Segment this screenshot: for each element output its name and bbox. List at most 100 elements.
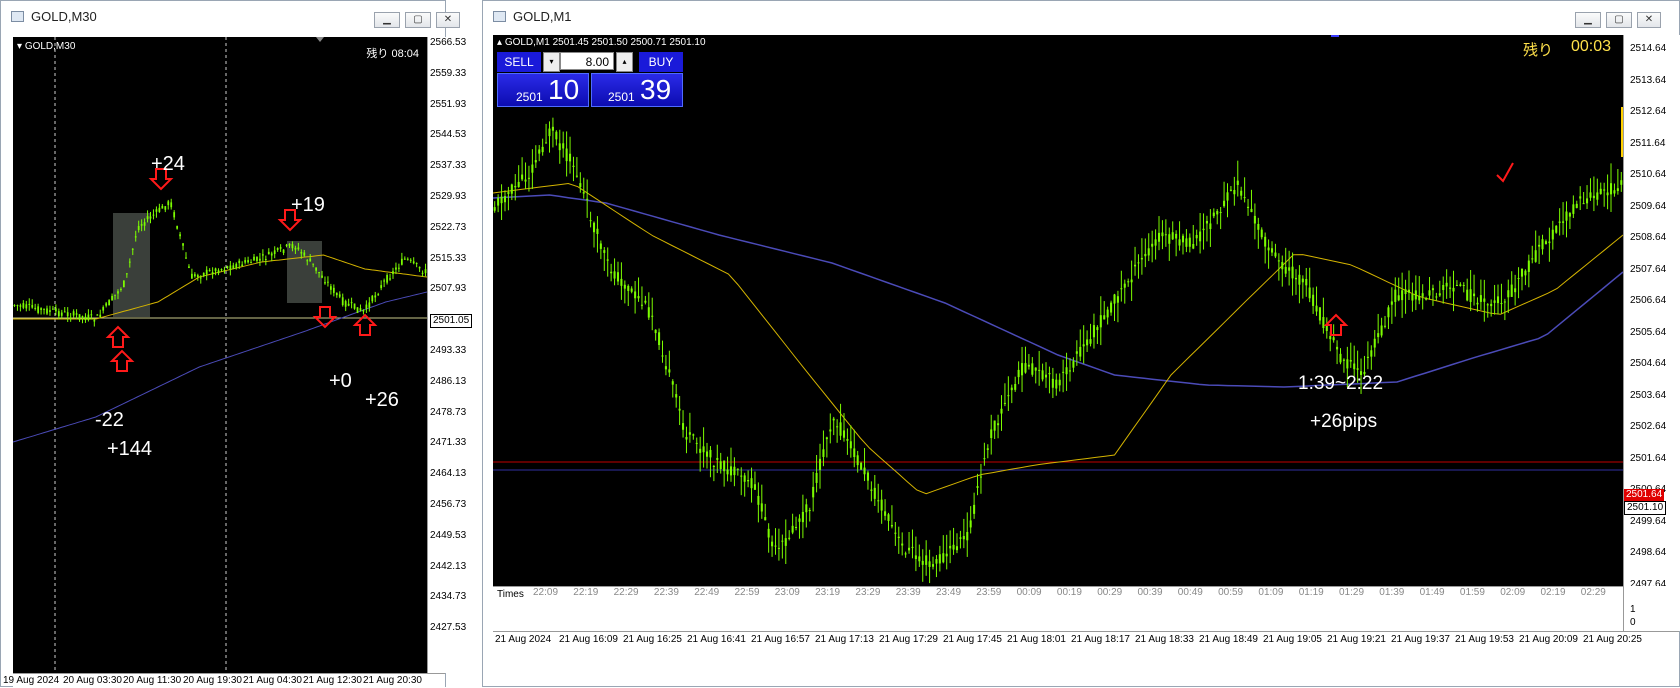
- candle-body: [1606, 192, 1609, 196]
- candle-body: [214, 268, 217, 271]
- candle-body: [938, 554, 941, 564]
- candle-body: [37, 306, 40, 313]
- candle-body: [131, 248, 134, 250]
- candle-body: [1274, 252, 1277, 257]
- candle-body: [199, 277, 202, 279]
- candle-body: [1551, 229, 1554, 240]
- candle-body: [894, 532, 897, 534]
- right-price-chart[interactable]: ▴ GOLD,M1 2501.45 2501.50 2500.71 2501.1…: [493, 35, 1623, 629]
- sub-time-tick: 22:49: [694, 587, 720, 598]
- sub-time-tick: 22:29: [613, 587, 639, 598]
- candle-body: [1086, 339, 1089, 346]
- candle-body: [627, 285, 630, 291]
- candle-body: [678, 408, 681, 411]
- up-arrow: [105, 325, 131, 348]
- candle-body: [918, 556, 921, 562]
- buy-price-box[interactable]: 2501 39: [591, 73, 683, 107]
- candle-body: [541, 146, 544, 153]
- right-price-axis: 2514.64 2513.64 2512.64 2511.64 2510.64 2509.…: [1623, 35, 1680, 629]
- candle-body: [1236, 180, 1239, 185]
- sub-time-tick: 01:39: [1379, 587, 1405, 598]
- price-tick: 2515.33: [430, 252, 467, 264]
- candle-body: [54, 308, 57, 312]
- candle-body: [829, 429, 832, 432]
- candle-body: [273, 250, 276, 254]
- minimize-button[interactable]: ▁: [1575, 12, 1601, 28]
- candle-body: [176, 226, 179, 229]
- candle-body: [726, 469, 729, 475]
- candle-body: [887, 514, 890, 521]
- candle-body: [220, 269, 223, 271]
- candle-body: [880, 499, 883, 511]
- sell-price-box[interactable]: 2501 10: [497, 73, 589, 107]
- candle-body: [196, 275, 199, 278]
- price-tick: 2509.64: [1630, 200, 1667, 212]
- candle-body: [1404, 289, 1407, 295]
- price-tick: 2502.64: [1630, 421, 1667, 432]
- lot-increase-button[interactable]: ▴: [616, 52, 633, 72]
- candle-body: [709, 449, 712, 458]
- sub-tick-1: 1: [1630, 604, 1636, 615]
- candle-body: [155, 209, 158, 212]
- time-tick: 21 Aug 18:17: [1071, 634, 1130, 645]
- minimize-button[interactable]: ▁: [374, 12, 400, 28]
- candle-body: [634, 291, 637, 299]
- maximize-button[interactable]: ▢: [1606, 12, 1632, 28]
- candle-body: [90, 314, 93, 316]
- price-tick: 2427.53: [430, 622, 467, 634]
- time-tick: 21 Aug 20:25: [1583, 634, 1642, 645]
- candle-body: [1582, 203, 1585, 205]
- candle-body: [1048, 372, 1051, 375]
- price-tick: 2559.33: [430, 67, 467, 79]
- candle-body: [78, 314, 81, 320]
- left-chart-window: GOLD,M30 ▁ ▢ ✕ ▾ GOLD,M30 残り 08:04 +24 +…: [0, 0, 473, 688]
- sub-time-tick: 23:29: [855, 587, 881, 598]
- candle-body: [1613, 190, 1616, 194]
- left-price-chart[interactable]: ▾ GOLD,M30 残り 08:04 +24 +19 -22 +144 +0 …: [13, 37, 427, 673]
- candle-body: [179, 234, 181, 237]
- candle-body: [781, 540, 784, 542]
- candle-body: [261, 254, 264, 256]
- candle-body: [247, 260, 249, 263]
- candle-body: [1517, 278, 1520, 280]
- time-tick: 21 Aug 18:49: [1199, 634, 1258, 645]
- time-tick: 21 Aug 16:41: [687, 634, 746, 645]
- candle-body: [1154, 239, 1157, 246]
- candle-body: [1264, 236, 1267, 247]
- candle-body: [733, 466, 736, 476]
- time-tick: 21 Aug 18:33: [1135, 634, 1194, 645]
- candle-body: [497, 198, 500, 206]
- candle-body: [25, 304, 28, 309]
- close-button[interactable]: ✕: [436, 12, 460, 28]
- maximize-button[interactable]: ▢: [405, 12, 431, 28]
- sell-button[interactable]: SELL: [497, 52, 541, 72]
- candle-body: [493, 207, 496, 211]
- time-tick: 21 Aug 16:09: [559, 634, 618, 645]
- candle-body: [1503, 301, 1506, 303]
- candle-body: [877, 500, 880, 502]
- candle-body: [705, 451, 709, 457]
- candle-body: [695, 442, 698, 444]
- candle-body: [182, 243, 184, 246]
- candle-body: [303, 252, 306, 256]
- candle-body: [22, 303, 25, 308]
- right-sub-axis: 1 0: [1623, 586, 1680, 631]
- candle-body: [503, 196, 507, 203]
- buy-button[interactable]: BUY: [639, 52, 683, 72]
- candle-body: [911, 546, 914, 548]
- lot-size-field[interactable]: 8.00: [560, 52, 614, 70]
- candle-body: [72, 311, 75, 316]
- candle-body: [1024, 363, 1027, 373]
- candle-body: [137, 225, 140, 231]
- candle-body: [105, 303, 108, 306]
- scroll-marker: [316, 37, 324, 42]
- candle-body: [1476, 302, 1479, 305]
- lot-decrease-button[interactable]: ▾: [543, 52, 560, 72]
- candle-body: [34, 307, 37, 309]
- candle-body: [350, 302, 353, 304]
- candle-body: [114, 294, 116, 296]
- candle-body: [99, 314, 102, 318]
- time-tick: 20 Aug 11:30: [123, 675, 182, 686]
- close-button[interactable]: ✕: [1637, 12, 1661, 28]
- candle-body: [1438, 293, 1441, 296]
